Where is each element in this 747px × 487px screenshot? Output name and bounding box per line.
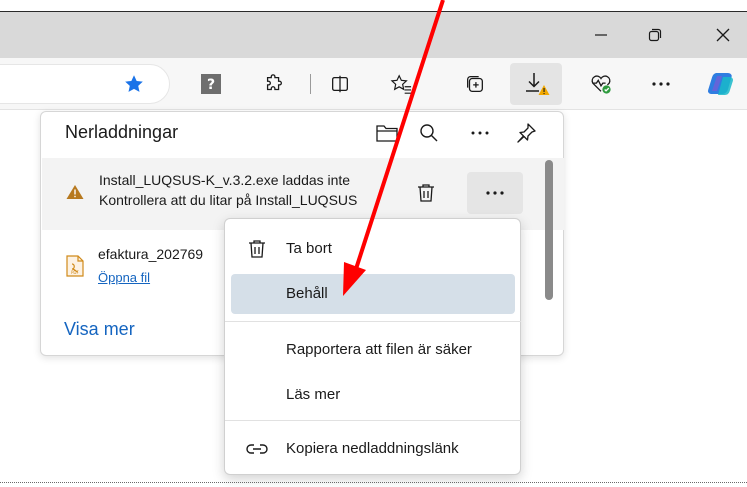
more-icon	[471, 131, 489, 135]
more-icon	[486, 191, 504, 195]
copilot-icon	[707, 73, 734, 96]
favorite-button[interactable]	[116, 66, 152, 102]
close-window-button[interactable]	[700, 12, 746, 58]
toolbar-separator	[310, 74, 311, 94]
collections-button[interactable]	[457, 66, 493, 102]
favorite-star-icon	[125, 75, 143, 92]
link-icon	[245, 438, 269, 460]
panel-scrollbar[interactable]	[545, 160, 553, 300]
more-icon	[652, 82, 670, 86]
restore-icon	[648, 28, 662, 42]
browser-essentials-button[interactable]	[583, 66, 619, 102]
menu-item-learn-more[interactable]: Läs mer	[231, 375, 515, 415]
show-more-link[interactable]: Visa mer	[64, 319, 135, 340]
menu-item-label: Behåll	[286, 285, 328, 302]
menu-separator	[225, 420, 521, 421]
search-downloads-button[interactable]	[414, 118, 444, 148]
menu-item-label: Rapportera att filen är säker	[286, 341, 472, 358]
panel-more-button[interactable]	[465, 118, 495, 148]
favorites-button[interactable]	[383, 66, 419, 102]
folder-icon	[376, 125, 398, 142]
menu-item-report-safe[interactable]: Rapportera att filen är säker	[231, 330, 515, 370]
menu-separator	[225, 321, 521, 322]
download-context-menu: Ta bort Behåll Rapportera att filen är s…	[224, 218, 521, 475]
pin-panel-button[interactable]	[511, 118, 541, 148]
svg-text:?: ?	[207, 77, 215, 93]
extensions-icon	[266, 74, 282, 91]
download-more-actions-button[interactable]	[467, 172, 523, 214]
more-menu-button[interactable]	[643, 66, 679, 102]
downloads-button[interactable]	[510, 63, 562, 105]
trash-icon	[245, 238, 269, 260]
menu-item-keep[interactable]: Behåll	[231, 274, 515, 314]
extensions-button[interactable]	[256, 66, 292, 102]
split-screen-button[interactable]	[322, 66, 358, 102]
open-file-link[interactable]: Öppna fil	[98, 270, 150, 285]
collections-icon	[467, 76, 483, 92]
split-screen-icon	[332, 75, 348, 93]
restore-button[interactable]	[632, 12, 678, 58]
pdf-file-icon: PDF	[66, 255, 84, 282]
search-icon	[420, 124, 438, 142]
download-item-filename: efaktura_202769	[98, 246, 204, 262]
close-icon	[716, 28, 730, 42]
extension-puzzle-icon: ?	[201, 74, 221, 94]
svg-text:PDF: PDF	[71, 270, 79, 275]
menu-item-label: Kopiera nedladdningslänk	[286, 440, 459, 457]
browser-essentials-icon	[591, 75, 611, 94]
minimize-icon	[595, 34, 607, 36]
unknown-extension-button[interactable]: ?	[193, 66, 229, 102]
downloads-icon	[526, 73, 550, 95]
menu-item-delete[interactable]: Ta bort	[231, 229, 515, 269]
menu-item-label: Läs mer	[286, 386, 341, 403]
panel-title: Nerladdningar	[65, 122, 179, 142]
dotted-border	[0, 482, 747, 484]
copilot-button[interactable]	[703, 66, 739, 102]
menu-item-copy-link[interactable]: Kopiera nedladdningslänk	[231, 429, 515, 469]
download-item-line1: Install_LUQSUS-K_v.3.2.exe laddas inte	[99, 172, 351, 188]
trash-icon	[418, 184, 434, 202]
favorites-icon	[390, 74, 412, 94]
open-folder-button[interactable]	[372, 118, 402, 148]
minimize-button[interactable]	[578, 12, 624, 58]
menu-item-label: Ta bort	[286, 240, 332, 257]
pin-icon	[517, 123, 536, 143]
delete-download-button[interactable]	[410, 176, 442, 210]
warning-icon	[66, 184, 84, 205]
download-item-line2: Kontrollera att du litar på Install_LUQS…	[99, 192, 358, 208]
download-item-message: Install_LUQSUS-K_v.3.2.exe laddas inte K…	[99, 170, 399, 210]
